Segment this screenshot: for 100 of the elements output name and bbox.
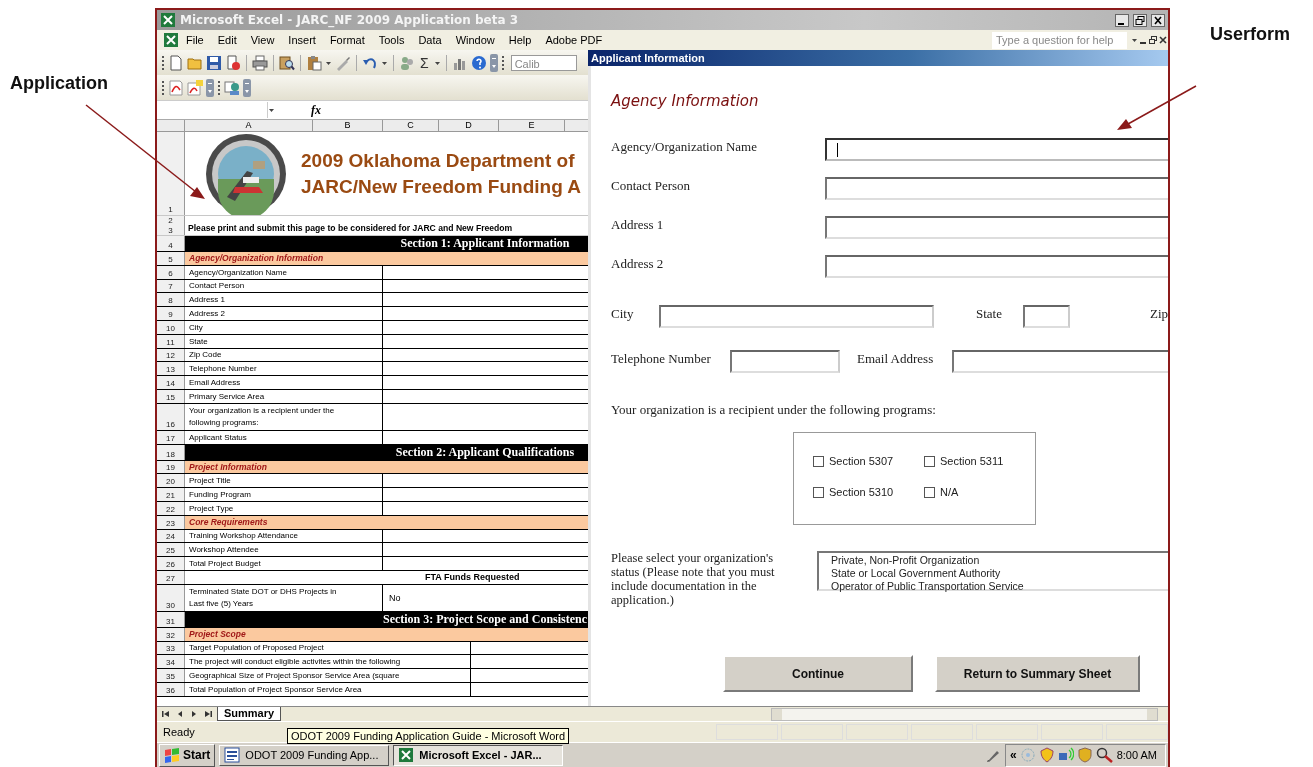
font-field[interactable]: Calib bbox=[510, 54, 577, 71]
row-number: 13 bbox=[166, 365, 175, 376]
row-number: 1 bbox=[168, 205, 173, 215]
menu-item[interactable]: Format bbox=[322, 34, 372, 46]
status-bar-panel bbox=[846, 724, 908, 741]
form-prompt: Your organization is a recipient under the following programs: bbox=[611, 402, 936, 418]
review-icon[interactable] bbox=[224, 79, 240, 96]
menu-item[interactable]: Data bbox=[411, 34, 449, 46]
menu-item[interactable]: Adobe PDF bbox=[538, 34, 610, 46]
checkbox[interactable]: Section 5307 bbox=[813, 454, 924, 468]
status-bar-panel bbox=[976, 724, 1038, 741]
pdf-icon[interactable] bbox=[168, 79, 184, 96]
text-field[interactable] bbox=[659, 305, 934, 328]
text-field[interactable] bbox=[825, 255, 1168, 278]
row-number: 20 bbox=[166, 477, 175, 488]
section-heading: Section 1: Applicant Information bbox=[399, 236, 571, 251]
menu-item[interactable]: Help bbox=[501, 34, 539, 46]
status-list[interactable]: Private, Non-Profit Organization State or Local Government Authority Operator of Public Transportation Service bbox=[817, 551, 1168, 591]
field-label: Agency/Organization Name bbox=[611, 138, 758, 156]
text-field[interactable] bbox=[825, 177, 1168, 200]
toolbar-options-icon[interactable] bbox=[489, 53, 498, 72]
last-sheet-icon[interactable] bbox=[203, 709, 213, 720]
column-header[interactable]: D bbox=[439, 120, 499, 131]
row-number: 32 bbox=[166, 630, 175, 641]
help-search-field[interactable]: Type a question for help bbox=[992, 31, 1127, 49]
word-icon bbox=[224, 747, 241, 764]
taskbar-button[interactable]: ODOT 2009 Funding App... bbox=[219, 744, 390, 766]
tooltip: ODOT 2009 Funding Application Guide - Microsoft Word bbox=[287, 728, 570, 744]
close-icon[interactable] bbox=[1158, 34, 1168, 46]
permission-icon[interactable] bbox=[225, 54, 241, 71]
shield-icon[interactable] bbox=[1038, 747, 1055, 764]
checkbox[interactable]: Section 5311 bbox=[924, 454, 1024, 468]
annotation-label: Application bbox=[10, 73, 108, 94]
column-header[interactable]: E bbox=[499, 120, 565, 131]
excel-icon[interactable] bbox=[163, 32, 179, 48]
minimize-icon[interactable] bbox=[1115, 13, 1129, 27]
row-number: 30 bbox=[166, 600, 175, 611]
toolbar-grip-icon[interactable] bbox=[500, 54, 505, 71]
row-number: 8 bbox=[168, 296, 173, 307]
row-number: 22 bbox=[166, 504, 175, 515]
print-icon[interactable] bbox=[252, 54, 268, 71]
menu-item[interactable]: File bbox=[179, 34, 211, 46]
close-icon[interactable] bbox=[1151, 13, 1165, 27]
continue-button[interactable]: Continue bbox=[723, 655, 913, 692]
menu-item[interactable]: View bbox=[243, 34, 282, 46]
column-header[interactable]: C bbox=[383, 120, 439, 131]
table-cell-text: No bbox=[388, 591, 401, 605]
return-button[interactable]: Return to Summary Sheet bbox=[935, 655, 1140, 692]
section-heading: Section 2: Applicant Qualifications bbox=[394, 444, 576, 460]
list-option[interactable]: State or Local Government Authority bbox=[828, 567, 1004, 580]
save-icon[interactable] bbox=[206, 54, 222, 71]
text-field[interactable] bbox=[730, 350, 840, 373]
checkbox[interactable]: Section 5310 bbox=[813, 485, 924, 499]
row-number: 19 bbox=[166, 463, 175, 474]
first-sheet-icon[interactable] bbox=[161, 709, 171, 720]
help-icon[interactable] bbox=[470, 54, 487, 71]
text-field[interactable] bbox=[952, 350, 1168, 373]
column-header[interactable]: B bbox=[313, 120, 383, 131]
checkbox[interactable]: N/A bbox=[924, 485, 1024, 499]
row-number: 14 bbox=[166, 378, 175, 389]
toolbar-options-icon[interactable] bbox=[243, 78, 251, 97]
list-option[interactable]: Operator of Public Transportation Service bbox=[828, 580, 1027, 593]
sheet-tab[interactable]: Summary bbox=[217, 707, 282, 722]
sheet-title: 2009 Oklahoma Department of JARC/New Freedom Funding A bbox=[301, 148, 582, 199]
status-bar-panel bbox=[1041, 724, 1103, 741]
magnifier-icon[interactable] bbox=[1095, 747, 1114, 764]
toolbar-grip-icon[interactable] bbox=[161, 79, 165, 96]
menu-item[interactable]: Tools bbox=[371, 34, 412, 46]
function-button[interactable]: fx bbox=[311, 102, 321, 118]
menu-item[interactable]: Insert bbox=[281, 34, 323, 46]
autosum-button[interactable]: Σ bbox=[418, 54, 431, 71]
restore-icon[interactable] bbox=[1148, 34, 1158, 46]
field-label: Contact Person bbox=[611, 177, 692, 195]
table-cell: Workshop Attendee bbox=[185, 543, 383, 557]
text-field[interactable] bbox=[825, 216, 1168, 239]
row-number: 31 bbox=[166, 616, 175, 627]
toolbar-grip-icon[interactable] bbox=[161, 54, 165, 71]
column-header[interactable]: A bbox=[185, 120, 313, 131]
table-cell: Target Population of Proposed Project bbox=[185, 641, 471, 655]
menu-item[interactable]: Window bbox=[448, 34, 502, 46]
table-cell: Primary Service Area bbox=[185, 389, 383, 403]
horizontal-scrollbar[interactable] bbox=[771, 707, 1158, 721]
research-icon[interactable] bbox=[279, 54, 295, 71]
field-label: City bbox=[611, 305, 635, 322]
text-field[interactable] bbox=[1023, 305, 1070, 328]
text-field[interactable] bbox=[825, 138, 1168, 161]
paste-icon[interactable] bbox=[306, 54, 322, 71]
toolbar-options-icon[interactable] bbox=[206, 78, 214, 97]
menu-item[interactable]: Edit bbox=[210, 34, 244, 46]
field-label: Zip bbox=[1150, 305, 1168, 322]
toolbar-grip-icon[interactable] bbox=[217, 79, 221, 96]
row-number: 2 bbox=[168, 216, 173, 226]
taskbar-button[interactable]: Microsoft Excel - JAR... bbox=[393, 744, 564, 766]
start-button[interactable]: Start bbox=[159, 743, 216, 767]
new-document-icon[interactable] bbox=[168, 54, 184, 71]
form-prompt: Please select your organization's status (Please note that you must include documentation in the application.) bbox=[611, 551, 776, 609]
pdf-comment-icon[interactable] bbox=[187, 79, 203, 96]
list-option[interactable]: Private, Non-Profit Organization bbox=[828, 554, 983, 567]
show-hidden-icons-button[interactable]: « bbox=[1009, 748, 1017, 763]
restore-icon[interactable] bbox=[1133, 13, 1147, 27]
